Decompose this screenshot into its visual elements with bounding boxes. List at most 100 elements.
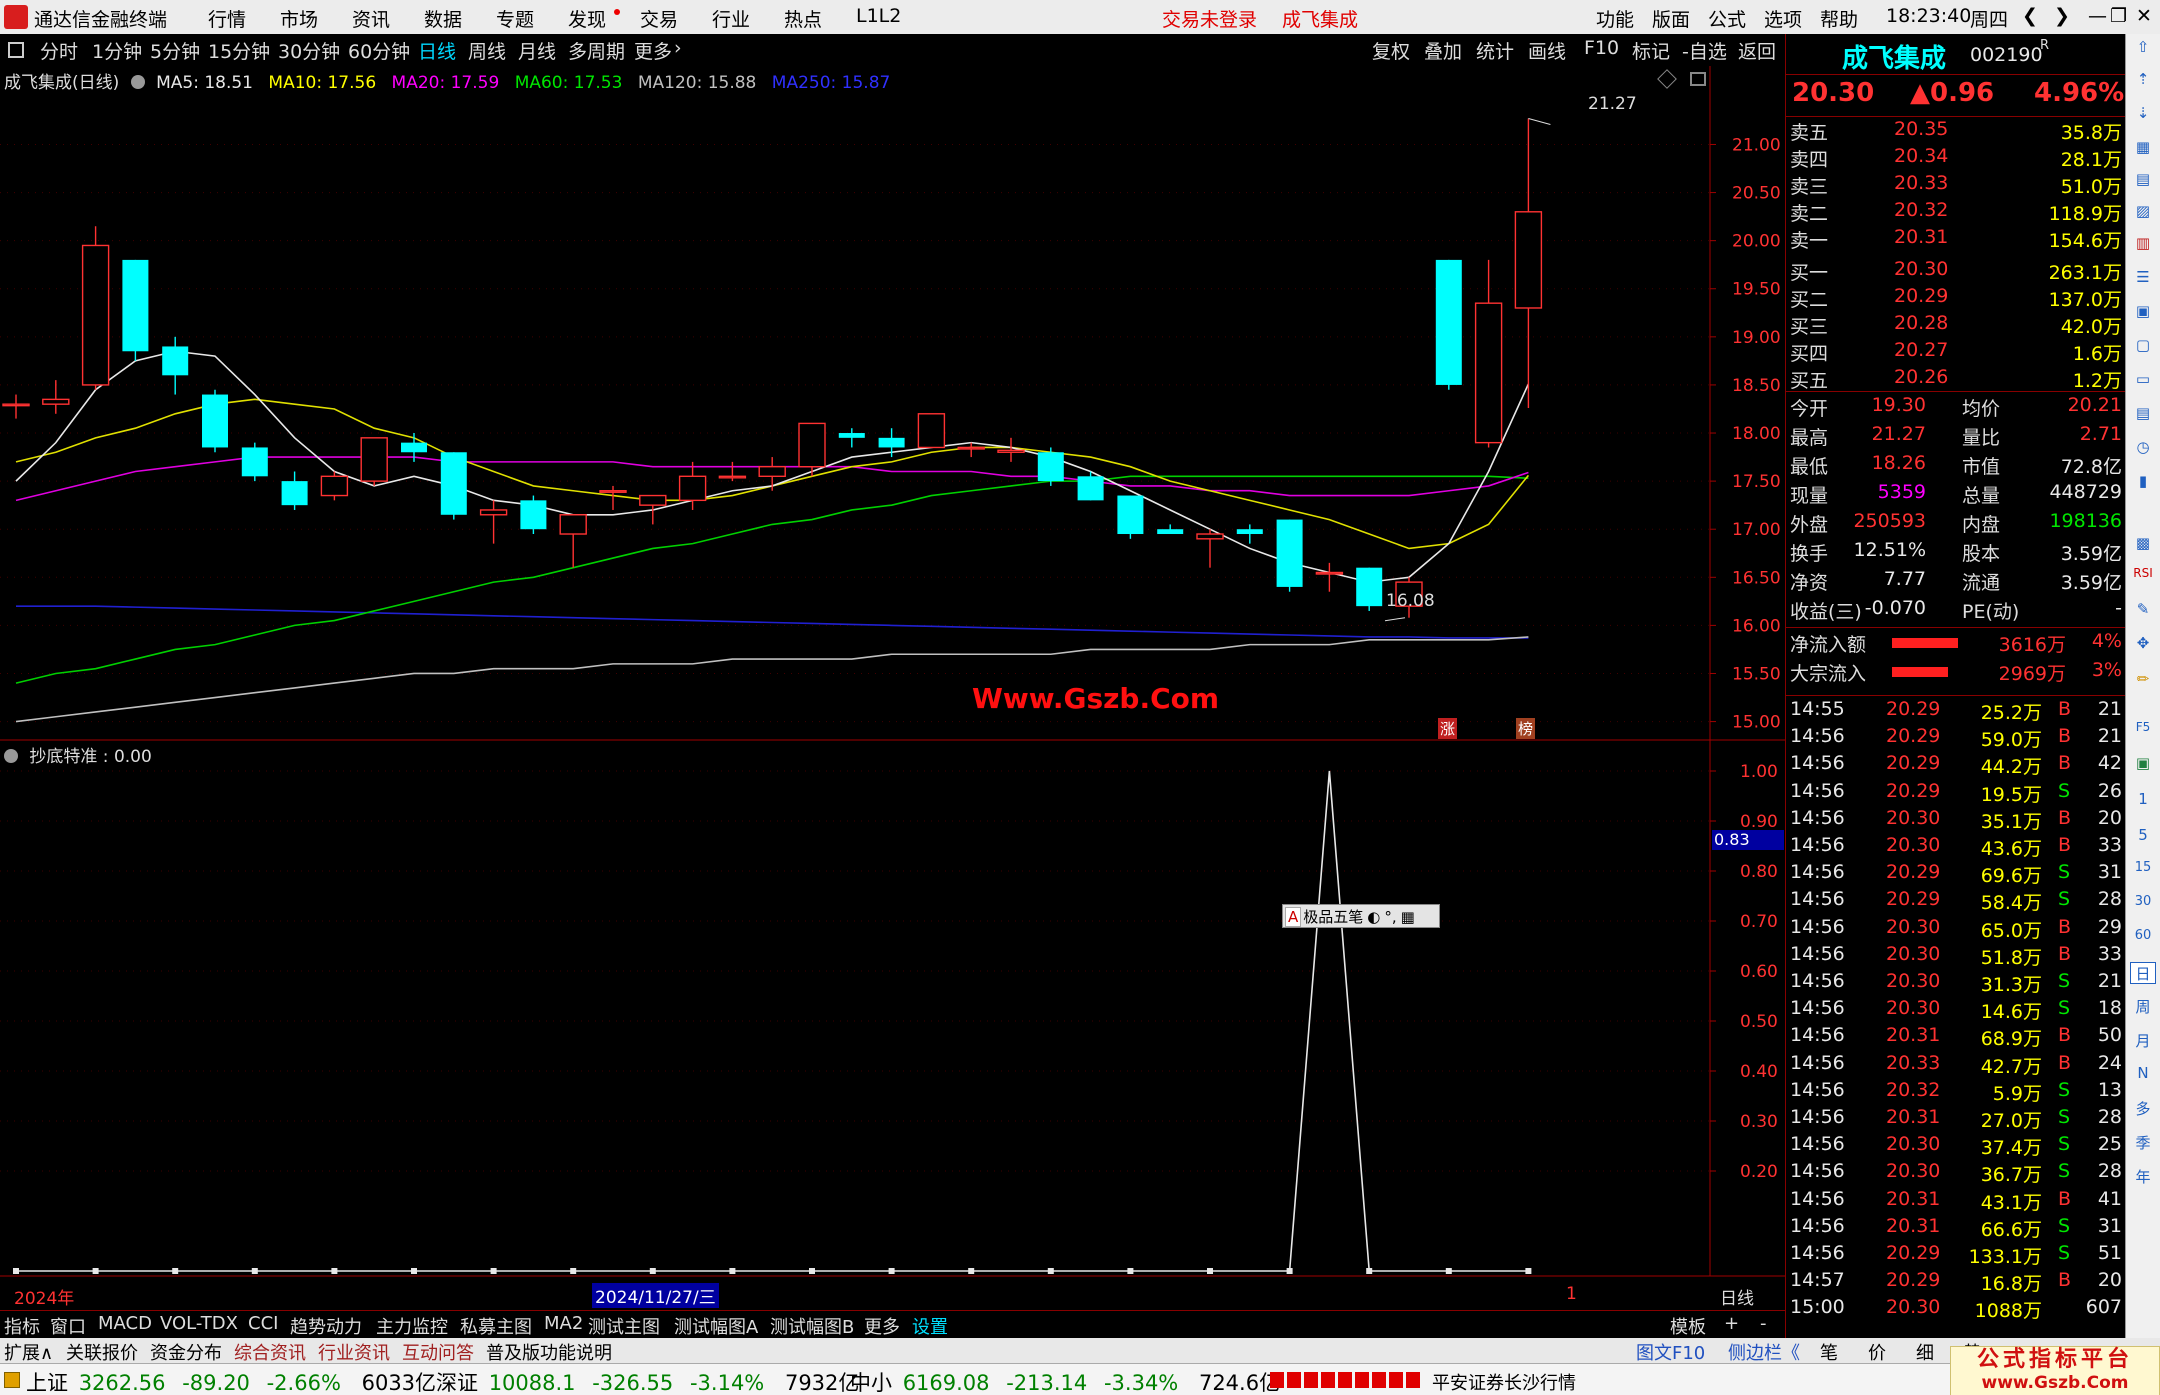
- tab-xi[interactable]: 细: [1916, 1339, 1934, 1365]
- window-icon[interactable]: [8, 42, 24, 58]
- f5-icon[interactable]: F5: [2130, 720, 2156, 742]
- tab-puji[interactable]: 普及版功能说明: [486, 1339, 612, 1365]
- period-1-icon[interactable]: 1: [2130, 790, 2156, 812]
- tab-zijin[interactable]: 资金分布: [150, 1339, 222, 1365]
- clock-icon[interactable]: ◷: [2130, 438, 2156, 460]
- chevron-right-icon[interactable]: ›: [674, 37, 682, 59]
- btab-ceshi-zhu[interactable]: 测试主图: [588, 1313, 660, 1339]
- tool-fanhui[interactable]: 返回: [1738, 37, 1776, 64]
- tool-tongji[interactable]: 统计: [1476, 37, 1514, 64]
- menu-redian[interactable]: 热点: [784, 5, 822, 32]
- chart-icon[interactable]: ▩: [2130, 534, 2156, 556]
- ime-moon-icon[interactable]: ◐: [1367, 908, 1380, 926]
- menu-zhuanti[interactable]: 专题: [496, 5, 534, 32]
- index-zx[interactable]: 中小 6169.08 -213.14 -3.34% 724.6亿: [850, 1367, 1280, 1395]
- btab-more[interactable]: 更多: [864, 1313, 900, 1339]
- tool-fuquan[interactable]: 复权: [1372, 37, 1410, 64]
- back-arrow-icon[interactable]: ❮: [2022, 5, 2038, 27]
- tab-60min[interactable]: 60分钟: [348, 37, 410, 64]
- period-30-icon[interactable]: 30: [2130, 894, 2156, 916]
- tool-biaoji[interactable]: 标记: [1632, 37, 1670, 64]
- tab-weekly[interactable]: 周线: [468, 37, 506, 64]
- news-icon[interactable]: ▢: [2130, 336, 2156, 358]
- period-week[interactable]: 周: [2130, 996, 2156, 1018]
- login-status[interactable]: 交易未登录: [1162, 5, 1257, 32]
- menu-banmian[interactable]: 版面: [1652, 5, 1690, 32]
- tab-bi[interactable]: 笔: [1820, 1339, 1838, 1365]
- line-chart-icon[interactable]: ▨: [2130, 202, 2156, 224]
- tab-15min[interactable]: 15分钟: [208, 37, 270, 64]
- tab-more[interactable]: 更多: [634, 37, 672, 64]
- tab-sidebar[interactable]: 侧边栏《: [1728, 1339, 1800, 1365]
- period-day[interactable]: 日: [2130, 962, 2156, 984]
- down-icon[interactable]: ⇣: [2130, 104, 2156, 126]
- btab-qushi[interactable]: 趋势动力: [290, 1313, 362, 1339]
- list-icon[interactable]: ☰: [2130, 268, 2156, 290]
- grid-icon[interactable]: ▦: [2130, 138, 2156, 160]
- btab-simu[interactable]: 私募主图: [460, 1313, 532, 1339]
- f10-icon[interactable]: ▣: [2130, 302, 2156, 324]
- ime-a-icon[interactable]: A: [1285, 907, 1302, 927]
- tab-30min[interactable]: 30分钟: [278, 37, 340, 64]
- chart-expand-icon[interactable]: [1690, 72, 1706, 86]
- tab-fenshi[interactable]: 分时: [40, 37, 78, 64]
- tab-zonghe[interactable]: 综合资讯: [234, 1339, 306, 1365]
- btab-ma2[interactable]: MA2: [544, 1313, 583, 1334]
- period-n[interactable]: N: [2130, 1064, 2156, 1086]
- period-month[interactable]: 月: [2130, 1030, 2156, 1052]
- template-button[interactable]: 模板: [1670, 1313, 1706, 1339]
- table-icon[interactable]: ▤: [2130, 170, 2156, 192]
- zoom-in-button[interactable]: +: [1724, 1313, 1739, 1334]
- indicator-eye-icon[interactable]: [4, 749, 18, 763]
- menu-bangzhu[interactable]: 帮助: [1820, 5, 1858, 32]
- tick-list[interactable]: 14:55 20.29 25.2万 B 21 14:56 20.29 59.0万 B 21 14:5…: [1786, 698, 2126, 1338]
- menu-hangye[interactable]: 行业: [712, 5, 750, 32]
- tool-zixuan[interactable]: -自选: [1682, 37, 1727, 64]
- ime-toolbar[interactable]: A 极品五笔 ◐ °, ▦: [1282, 904, 1440, 928]
- zoom-out-button[interactable]: -: [1760, 1313, 1767, 1334]
- forward-arrow-icon[interactable]: ❯: [2054, 5, 2070, 27]
- tool-f10[interactable]: F10: [1584, 37, 1619, 59]
- btab-zhibiao[interactable]: 指标: [4, 1313, 40, 1339]
- kline-chart[interactable]: 21.00 20.50 20.00 19.50 19.00 18.50 18.00 17.50…: [0, 66, 1785, 1310]
- pen-icon[interactable]: ✏: [2130, 670, 2156, 692]
- badge-zhang[interactable]: 涨: [1438, 718, 1458, 739]
- badge-bang[interactable]: 榜: [1516, 718, 1536, 739]
- period-multi[interactable]: 多: [2130, 1098, 2156, 1120]
- tab-jia[interactable]: 价: [1868, 1339, 1886, 1365]
- tool-huaxian[interactable]: 画线: [1528, 37, 1566, 64]
- doc-icon[interactable]: ▭: [2130, 370, 2156, 392]
- period-quarter[interactable]: 季: [2130, 1132, 2156, 1154]
- period-15-icon[interactable]: 15: [2130, 860, 2156, 882]
- tool-diejia[interactable]: 叠加: [1424, 37, 1462, 64]
- btab-macd[interactable]: MACD: [98, 1313, 152, 1334]
- picture-icon[interactable]: ▣: [2130, 754, 2156, 776]
- btab-cci[interactable]: CCI: [248, 1313, 278, 1334]
- ime-keyboard-icon[interactable]: ▦: [1401, 908, 1415, 926]
- legend-eye-icon[interactable]: [130, 75, 145, 89]
- menu-xuanxiang[interactable]: 选项: [1764, 5, 1802, 32]
- f2-icon[interactable]: ▤: [2130, 404, 2156, 426]
- ime-punct-icon[interactable]: °,: [1384, 908, 1396, 926]
- tab-hangye-zixun[interactable]: 行业资讯: [318, 1339, 390, 1365]
- btab-settings[interactable]: 设置: [912, 1313, 948, 1339]
- tab-kuozhan[interactable]: 扩展∧: [4, 1339, 53, 1365]
- menu-zixun[interactable]: 资讯: [352, 5, 390, 32]
- up-icon[interactable]: ⇡: [2130, 70, 2156, 92]
- rsi-icon[interactable]: RSI: [2130, 566, 2156, 588]
- menu-l1l2[interactable]: L1L2: [856, 5, 901, 27]
- menu-jiaoyi[interactable]: 交易: [640, 5, 678, 32]
- btab-vol[interactable]: VOL-TDX: [160, 1313, 238, 1334]
- close-icon[interactable]: ✕: [2136, 5, 2152, 27]
- draw-icon[interactable]: ✎: [2130, 600, 2156, 622]
- btab-chuangkou[interactable]: 窗口: [50, 1313, 86, 1339]
- index-sz[interactable]: 深证 10088.1 -326.55 -3.14% 7932亿: [436, 1367, 859, 1395]
- menu-hangqing[interactable]: 行情: [208, 5, 246, 32]
- chart-area[interactable]: 21.00 20.50 20.00 19.50 19.00 18.50 18.00 17.50…: [0, 66, 1785, 1310]
- restore-icon[interactable]: ❐: [2110, 5, 2127, 27]
- menu-shichang[interactable]: 市场: [280, 5, 318, 32]
- period-60-icon[interactable]: 60: [2130, 928, 2156, 950]
- tab-daily[interactable]: 日线: [418, 37, 456, 64]
- index-sh[interactable]: 上证 3262.56 -89.20 -2.66% 6033亿: [26, 1367, 436, 1395]
- move-icon[interactable]: ✥: [2130, 634, 2156, 656]
